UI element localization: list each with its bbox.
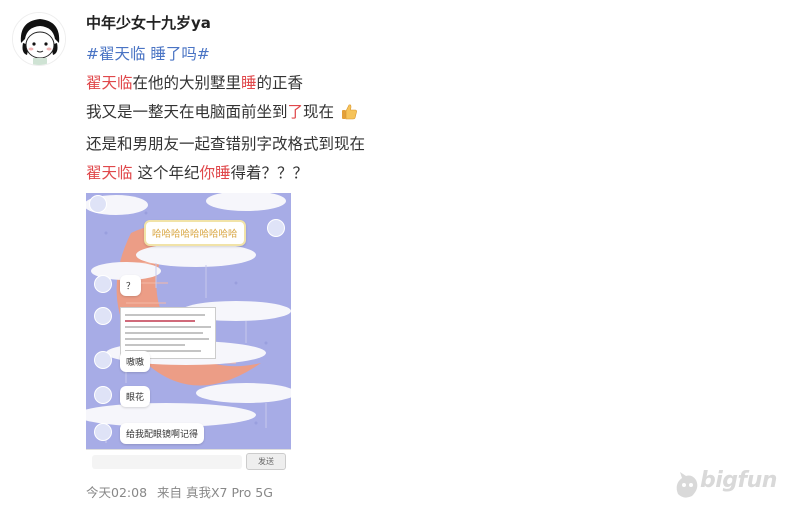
highlight-keyword: 你睡 xyxy=(199,164,231,182)
chat-avatar xyxy=(94,423,112,441)
chat-avatar xyxy=(94,351,112,369)
bigfun-logo-icon xyxy=(676,472,698,498)
post-text-segment: 的正香 xyxy=(256,74,304,92)
post-text-segment: 现在 xyxy=(303,103,335,121)
post-text-segment: 还是和男朋友一起查错别字改格式到现在 xyxy=(86,135,366,153)
avatar-image xyxy=(13,13,65,65)
thumbs-up-icon xyxy=(341,101,358,130)
doc-text-line xyxy=(125,338,209,340)
watermark-text: bigfun xyxy=(700,468,777,493)
post-timestamp[interactable]: 今天02:08 xyxy=(86,485,147,500)
doc-text-line xyxy=(125,320,195,322)
avatar[interactable] xyxy=(12,12,66,66)
chat-bubble: 嗷嗷 xyxy=(120,351,151,372)
post-line-1: 翟天临在他的大别墅里睡的正香 xyxy=(86,69,726,98)
chat-bubble: 哈哈哈哈哈哈哈哈哈 xyxy=(144,220,246,246)
post-hashtag-line: #翟天临 睡了吗# xyxy=(86,40,726,69)
highlight-keyword: 睡 xyxy=(241,74,257,92)
chat-bubble: ？ xyxy=(120,275,142,296)
chat-avatar xyxy=(267,219,285,237)
post-text-segment: 在他的大别墅里 xyxy=(132,74,242,92)
post-line-3: 还是和男朋友一起查错别字改格式到现在 xyxy=(86,130,726,159)
highlight-keyword: 了 xyxy=(287,103,304,121)
chat-bubble: 给我配眼镜啊记得 xyxy=(120,423,205,444)
post-source: 来自 真我X7 Pro 5G xyxy=(157,485,273,500)
chat-input-field xyxy=(92,455,242,469)
post-text: #翟天临 睡了吗# 翟天临在他的大别墅里睡的正香 我又是一整天在电脑面前坐到了现… xyxy=(86,40,726,188)
hashtag-link[interactable]: #翟天临 睡了吗# xyxy=(86,45,210,63)
post-meta: 今天02:08 来自 真我X7 Pro 5G xyxy=(86,482,279,501)
post-text-segment: 得着？？？ xyxy=(230,164,308,182)
send-button: 发送 xyxy=(246,453,286,470)
username[interactable]: 中年少女十九岁ya xyxy=(86,12,211,33)
doc-text-line xyxy=(125,314,205,316)
post-line-2: 我又是一整天在电脑面前坐到了现在 xyxy=(86,98,726,130)
mention-keyword: 翟天临 xyxy=(86,74,133,92)
chat-bubble: 眼花 xyxy=(120,386,151,407)
chat-avatar xyxy=(94,307,112,325)
post-line-4: 翟天临 这个年纪你睡得着？？？ xyxy=(86,159,726,188)
doc-text-line xyxy=(125,326,211,328)
chat-avatar xyxy=(94,386,112,404)
chat-avatar xyxy=(94,275,112,293)
post-image[interactable]: 哈哈哈哈哈哈哈哈哈 ？ 嗷嗷 眼花 给我配眼镜啊记得 发送 xyxy=(86,193,291,473)
doc-text-line xyxy=(125,332,203,334)
chat-avatar xyxy=(89,195,107,213)
post-text-segment: 我又是一整天在电脑面前坐到 xyxy=(86,103,288,121)
mention-keyword: 翟天临 xyxy=(86,164,133,182)
doc-text-line xyxy=(125,344,185,346)
post-text-segment: 这个年纪 xyxy=(132,164,200,182)
bigfun-watermark: bigfun xyxy=(672,466,792,502)
chat-input-bar: 发送 xyxy=(86,449,291,473)
